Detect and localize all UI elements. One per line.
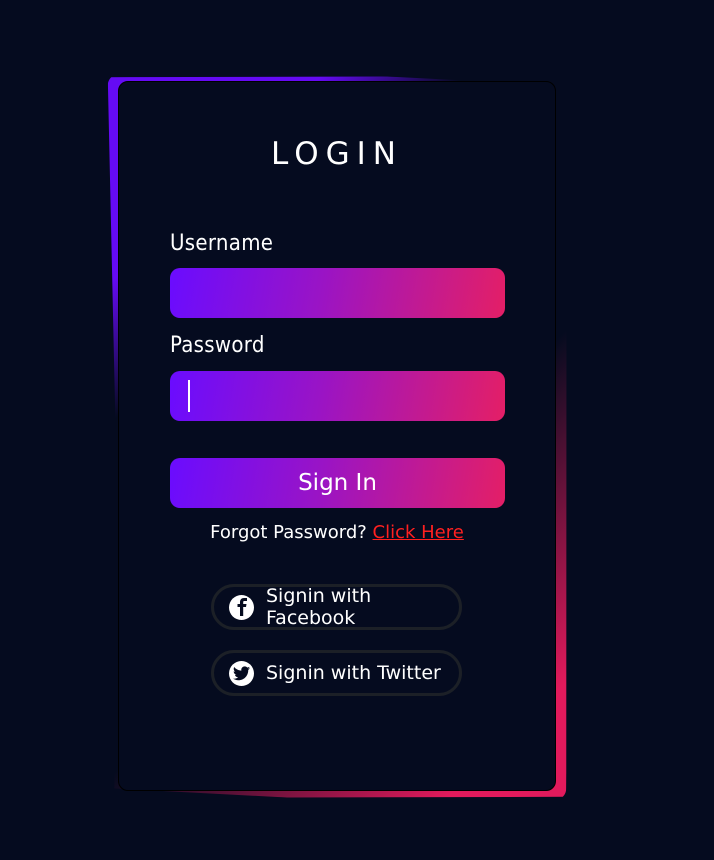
facebook-icon (229, 594, 254, 620)
twitter-icon (229, 660, 254, 686)
twitter-signin-label: Signin with Twitter (266, 662, 441, 684)
username-field[interactable] (170, 268, 505, 318)
facebook-signin-label: Signin with Facebook (266, 585, 372, 629)
password-label: Password (170, 333, 265, 358)
username-label: Username (170, 231, 274, 256)
password-field[interactable] (170, 371, 505, 421)
click-here-link[interactable]: Click Here (373, 522, 464, 543)
facebook-signin-button[interactable]: Signin with Facebook (211, 584, 462, 630)
sign-in-button[interactable]: Sign In (170, 458, 505, 508)
login-page: LOGIN Username Password Sign In Forgot P… (0, 0, 714, 860)
twitter-signin-button[interactable]: Signin with Twitter (211, 650, 462, 696)
page-title: LOGIN (271, 136, 403, 172)
text-caret (188, 380, 190, 412)
forgot-password-text: Forgot Password? (210, 522, 367, 543)
forgot-password-row: Forgot Password? Click Here (0, 522, 674, 543)
